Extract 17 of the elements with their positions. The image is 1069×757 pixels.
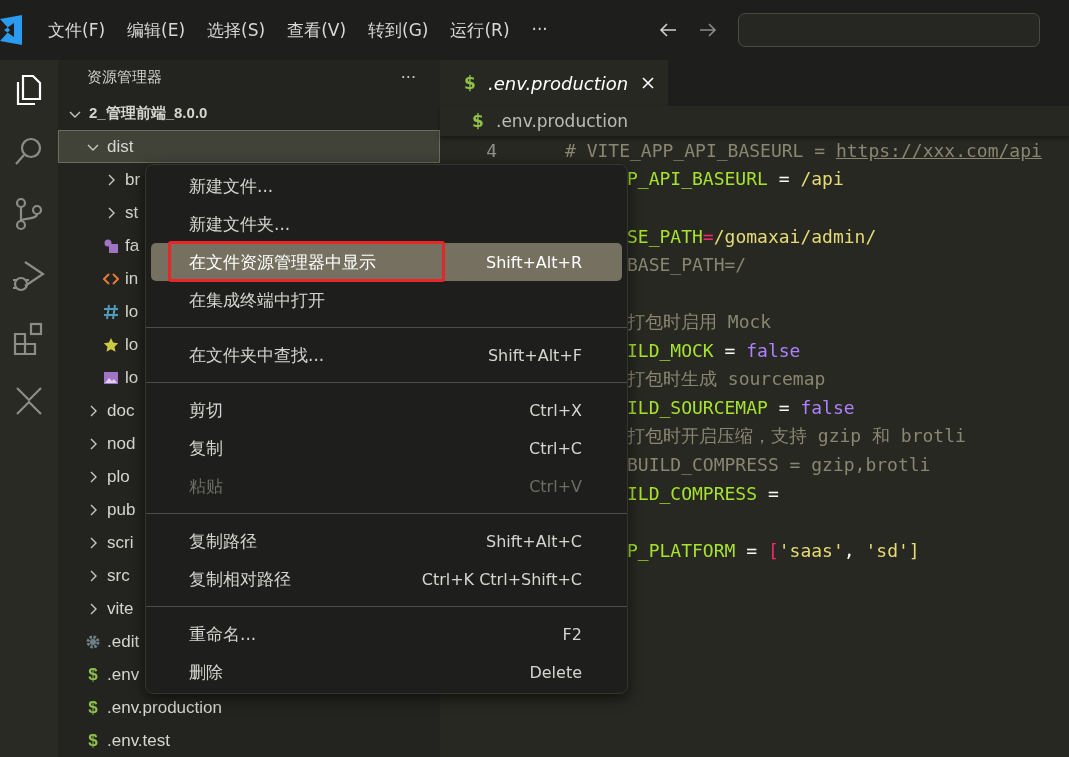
code-line: P_PLATFORM = ['saas', 'sd'] bbox=[627, 540, 920, 562]
code-line: BUILD_COMPRESS = gzip,brotli bbox=[627, 454, 931, 476]
code-line: ILD_MOCK = false bbox=[627, 339, 801, 361]
dollar-icon: $ bbox=[85, 664, 101, 685]
code-line: 打包时开启压缩，支持 gzip 和 brotli bbox=[627, 424, 966, 449]
line-number: 4 bbox=[485, 139, 497, 161]
explorer-title: 资源管理器 bbox=[87, 68, 162, 87]
dollar-icon: $ bbox=[85, 697, 101, 718]
code-line: P_API_BASEURL = /api bbox=[627, 168, 844, 190]
code-line: 打包时生成 sourcemap bbox=[627, 367, 826, 392]
code-line: SE_PATH=/gomaxai/admin/ bbox=[627, 225, 877, 247]
code-line: BASE_PATH=/ bbox=[627, 254, 747, 276]
code-line: # VITE_APP_API_BASEURL = https://xxx.com/api bbox=[565, 139, 1042, 161]
dollar-icon: $ bbox=[85, 730, 101, 751]
code-line: 打包时启用 Mock bbox=[627, 309, 772, 334]
code-line: ILD_SOURCEMAP = false bbox=[627, 397, 855, 419]
code-line: ILD_COMPRESS = bbox=[627, 482, 779, 504]
